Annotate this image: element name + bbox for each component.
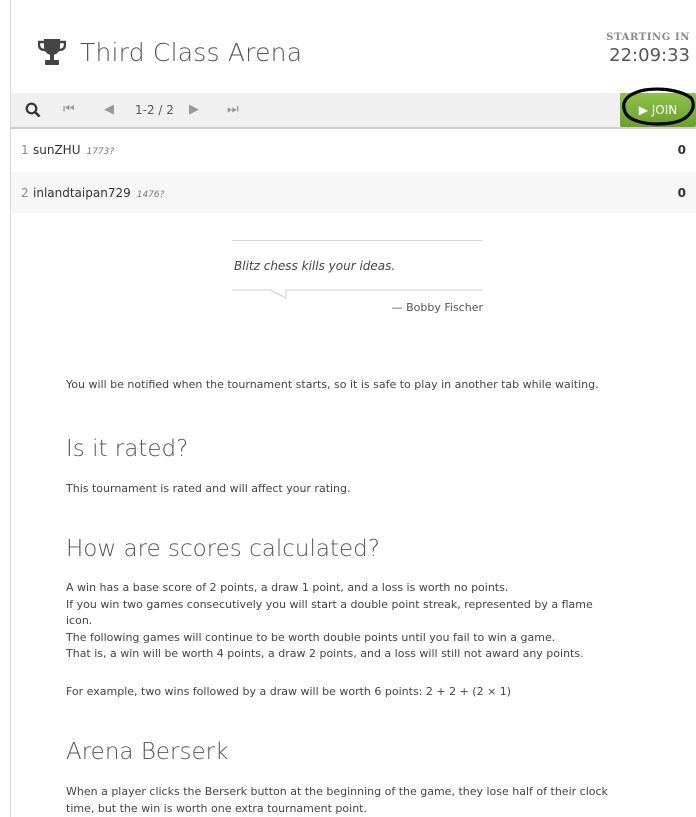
quote-text: Blitz chess kills your ideas. [234,259,396,273]
scores-line: icon. [66,614,93,627]
search-icon[interactable] [25,102,41,118]
scores-example: For example, two wins followed by a draw… [66,685,512,698]
scores-text: A win has a base score of 2 points, a dr… [66,580,656,663]
scores-line: That is, a win will be worth 4 points, a… [66,647,584,660]
player-rank: 1 [21,143,29,157]
quote-divider-bottom [232,289,482,299]
tournament-header: Third Class Arena [38,34,302,70]
standings-pager: ⏮ ◀ 1-2 / 2 ▶ ⏭ ▶ JOIN [11,93,696,129]
player-score: 0 [677,186,686,200]
last-page-icon[interactable]: ⏭ [227,101,239,119]
player-rank: 2 [21,186,29,200]
berserk-heading: Arena Berserk [66,739,229,765]
rated-text: This tournament is rated and will affect… [66,482,351,495]
countdown-clock: STARTING IN 22:09:33 [606,32,690,66]
berserk-line: time, but the win is worth one extra tou… [66,801,367,815]
page-range: 1-2 / 2 [135,103,174,117]
quote-author: — Bobby Fischer [391,301,483,314]
table-row[interactable]: 2 inlandtaipan729 1476? 0 [11,172,696,213]
berserk-text: When a player clicks the Berserk button … [66,784,656,817]
player-username[interactable]: inlandtaipan729 [33,186,131,200]
player-score: 0 [677,143,686,157]
scores-heading: How are scores calculated? [66,536,380,562]
scores-line: The following games will continue to be … [66,630,556,644]
countdown-time: 22:09:33 [609,45,690,66]
player-rating: 1476? [136,190,165,200]
next-page-icon[interactable]: ▶ [189,101,199,119]
prev-page-icon[interactable]: ◀ [104,101,114,119]
scores-line: A win has a base score of 2 points, a dr… [66,581,509,594]
annotation-circle [622,87,695,126]
player-username[interactable]: sunZHU [33,143,81,157]
scores-line: If you win two games consecutively you w… [66,597,593,611]
notify-text: You will be notified when the tournament… [66,378,599,391]
berserk-line: When a player clicks the Berserk button … [66,785,608,798]
quote-divider-top [232,240,482,241]
starting-in-label: STARTING IN [606,32,690,43]
table-row[interactable]: 1 sunZHU 1773? 0 [11,129,696,170]
first-page-icon[interactable]: ⏮ [63,101,75,119]
page-title: Third Class Arena [80,37,303,67]
trophy-icon [38,39,66,65]
rated-heading: Is it rated? [66,436,189,462]
player-name[interactable]: inlandtaipan729 1476? [33,186,164,200]
player-name[interactable]: sunZHU 1773? [33,143,114,157]
player-rating: 1773? [86,147,115,157]
